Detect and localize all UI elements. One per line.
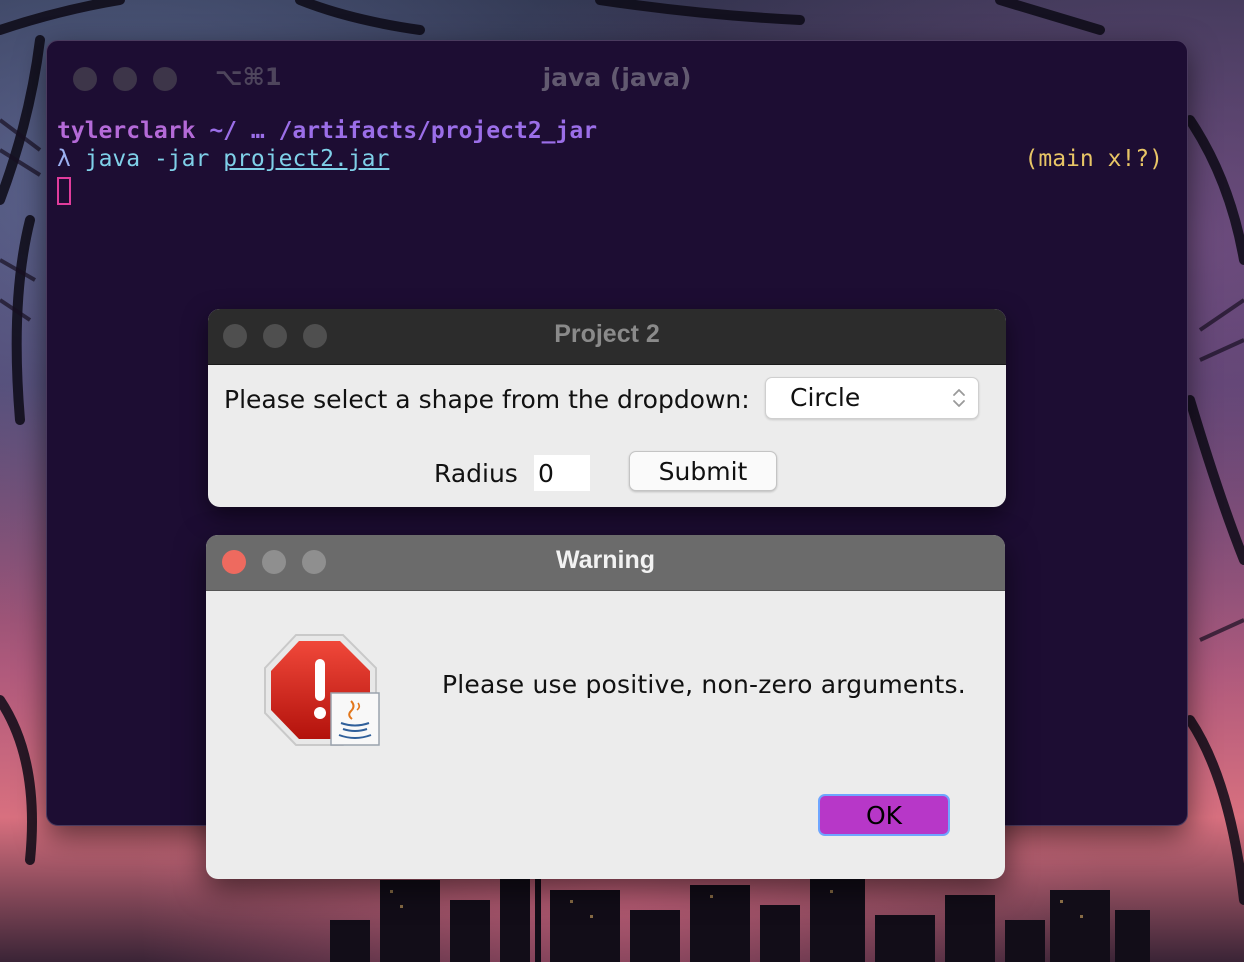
terminal-titlebar[interactable]: ⌥⌘1 java (java) xyxy=(47,41,1187,117)
project-window[interactable]: Project 2 Please select a shape from the… xyxy=(208,309,1006,507)
prompt-path: ~/ … /artifacts/project2_jar xyxy=(195,118,598,144)
prompt-user: tylerclark xyxy=(57,118,196,144)
radius-input[interactable] xyxy=(534,455,590,491)
terminal-title: java (java) xyxy=(542,63,692,92)
command-argument-link[interactable]: project2.jar xyxy=(223,146,389,172)
warning-message: Please use positive, non-zero arguments. xyxy=(442,670,966,699)
command-line: λ java -jar project2.jar (main x!?) xyxy=(57,145,1187,173)
stop-warning-icon xyxy=(264,634,380,746)
shape-prompt-label: Please select a shape from the dropdown: xyxy=(224,385,750,414)
warning-dialog[interactable]: Warning Please use positive, non-zero ar… xyxy=(206,535,1005,879)
cursor-line xyxy=(57,173,1187,212)
up-down-chevron-icon xyxy=(953,389,965,407)
submit-button[interactable]: Submit xyxy=(629,451,777,491)
warning-titlebar[interactable]: Warning xyxy=(206,535,1005,591)
radius-label: Radius xyxy=(434,459,518,488)
shape-dropdown[interactable]: Circle xyxy=(765,377,979,419)
terminal-cursor xyxy=(57,177,71,205)
ok-button[interactable]: OK xyxy=(818,794,950,836)
warning-title: Warning xyxy=(555,546,656,574)
prompt-context-line: tylerclark ~/ … /artifacts/project2_jar xyxy=(57,117,1187,145)
prompt-lambda: λ xyxy=(57,146,71,172)
java-cup-icon xyxy=(330,692,380,746)
command-text: java -jar xyxy=(84,146,210,172)
terminal-output[interactable]: tylerclark ~/ … /artifacts/project2_jar … xyxy=(47,117,1187,212)
git-status: (main x!?) xyxy=(1024,146,1163,172)
shape-dropdown-value: Circle xyxy=(790,383,861,412)
project-titlebar[interactable]: Project 2 xyxy=(208,309,1006,365)
project-title: Project 2 xyxy=(554,320,660,348)
